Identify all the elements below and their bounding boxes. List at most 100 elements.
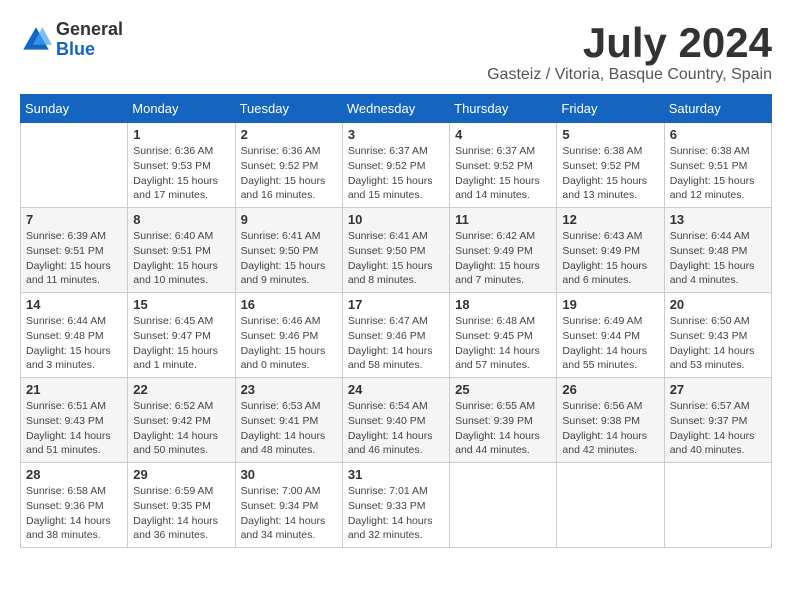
day-number: 8 — [133, 212, 229, 227]
day-info: Sunrise: 6:36 AMSunset: 9:53 PMDaylight:… — [133, 144, 229, 203]
day-number: 13 — [670, 212, 766, 227]
day-info: Sunrise: 6:59 AMSunset: 9:35 PMDaylight:… — [133, 484, 229, 543]
page-container: General Blue July 2024 Gasteiz / Vitoria… — [20, 20, 772, 548]
day-info: Sunrise: 6:37 AMSunset: 9:52 PMDaylight:… — [455, 144, 551, 203]
day-number: 20 — [670, 297, 766, 312]
day-info: Sunrise: 6:57 AMSunset: 9:37 PMDaylight:… — [670, 399, 766, 458]
day-number: 30 — [241, 467, 337, 482]
day-number: 2 — [241, 127, 337, 142]
day-info: Sunrise: 6:56 AMSunset: 9:38 PMDaylight:… — [562, 399, 658, 458]
calendar-cell: 7 Sunrise: 6:39 AMSunset: 9:51 PMDaylight… — [21, 208, 128, 293]
day-number: 27 — [670, 382, 766, 397]
calendar-cell: 13 Sunrise: 6:44 AMSunset: 9:48 PMDayligh… — [664, 208, 771, 293]
calendar-cell: 6Sunrise: 6:38 AMSunset: 9:51 PMDaylight… — [664, 123, 771, 208]
calendar-cell: 11Sunrise: 6:42 AMSunset: 9:49 PMDayligh… — [450, 208, 557, 293]
calendar-cell: 27 Sunrise: 6:57 AMSunset: 9:37 PMDayligh… — [664, 378, 771, 463]
calendar-cell — [664, 463, 771, 548]
title-section: July 2024 Gasteiz / Vitoria, Basque Coun… — [487, 20, 772, 84]
day-info: Sunrise: 7:01 AMSunset: 9:33 PMDaylight:… — [348, 484, 444, 543]
calendar-cell — [557, 463, 664, 548]
day-info: Sunrise: 6:53 AMSunset: 9:41 PMDaylight:… — [241, 399, 337, 458]
calendar-cell — [450, 463, 557, 548]
calendar-cell: 12Sunrise: 6:43 AMSunset: 9:49 PMDayligh… — [557, 208, 664, 293]
day-number: 22 — [133, 382, 229, 397]
day-info: Sunrise: 6:55 AMSunset: 9:39 PMDaylight:… — [455, 399, 551, 458]
week-row-3: 14 Sunrise: 6:44 AMSunset: 9:48 PMDayligh… — [21, 293, 772, 378]
calendar-cell: 30 Sunrise: 7:00 AMSunset: 9:34 PMDayligh… — [235, 463, 342, 548]
day-info: Sunrise: 6:50 AMSunset: 9:43 PMDaylight:… — [670, 314, 766, 373]
day-number: 31 — [348, 467, 444, 482]
weekday-header-tuesday: Tuesday — [235, 95, 342, 123]
day-info: Sunrise: 6:44 AMSunset: 9:48 PMDaylight:… — [26, 314, 122, 373]
week-row-4: 21 Sunrise: 6:51 AMSunset: 9:43 PMDayligh… — [21, 378, 772, 463]
day-info: Sunrise: 6:58 AMSunset: 9:36 PMDaylight:… — [26, 484, 122, 543]
day-info: Sunrise: 6:52 AMSunset: 9:42 PMDaylight:… — [133, 399, 229, 458]
week-row-1: 1 Sunrise: 6:36 AMSunset: 9:53 PMDaylight… — [21, 123, 772, 208]
calendar-cell: 21 Sunrise: 6:51 AMSunset: 9:43 PMDayligh… — [21, 378, 128, 463]
logo-text: General Blue — [56, 20, 123, 60]
day-number: 9 — [241, 212, 337, 227]
calendar-cell: 31 Sunrise: 7:01 AMSunset: 9:33 PMDayligh… — [342, 463, 449, 548]
day-info: Sunrise: 6:54 AMSunset: 9:40 PMDaylight:… — [348, 399, 444, 458]
calendar-cell: 14 Sunrise: 6:44 AMSunset: 9:48 PMDayligh… — [21, 293, 128, 378]
day-number: 21 — [26, 382, 122, 397]
calendar-cell: 22 Sunrise: 6:52 AMSunset: 9:42 PMDayligh… — [128, 378, 235, 463]
day-info: Sunrise: 6:38 AMSunset: 9:52 PMDaylight:… — [562, 144, 658, 203]
day-number: 5 — [562, 127, 658, 142]
day-number: 4 — [455, 127, 551, 142]
header: General Blue July 2024 Gasteiz / Vitoria… — [20, 20, 772, 84]
calendar-table: SundayMondayTuesdayWednesdayThursdayFrid… — [20, 94, 772, 548]
day-info: Sunrise: 6:49 AMSunset: 9:44 PMDaylight:… — [562, 314, 658, 373]
day-number: 23 — [241, 382, 337, 397]
calendar-cell: 26 Sunrise: 6:56 AMSunset: 9:38 PMDayligh… — [557, 378, 664, 463]
day-info: Sunrise: 6:37 AMSunset: 9:52 PMDaylight:… — [348, 144, 444, 203]
calendar-cell: 23 Sunrise: 6:53 AMSunset: 9:41 PMDayligh… — [235, 378, 342, 463]
week-row-2: 7 Sunrise: 6:39 AMSunset: 9:51 PMDaylight… — [21, 208, 772, 293]
calendar-cell — [21, 123, 128, 208]
weekday-header-wednesday: Wednesday — [342, 95, 449, 123]
weekday-header-saturday: Saturday — [664, 95, 771, 123]
calendar-cell: 20 Sunrise: 6:50 AMSunset: 9:43 PMDayligh… — [664, 293, 771, 378]
day-info: Sunrise: 6:44 AMSunset: 9:48 PMDaylight:… — [670, 229, 766, 288]
calendar-cell: 9Sunrise: 6:41 AMSunset: 9:50 PMDaylight… — [235, 208, 342, 293]
calendar-cell: 4 Sunrise: 6:37 AMSunset: 9:52 PMDaylight… — [450, 123, 557, 208]
calendar-cell: 1 Sunrise: 6:36 AMSunset: 9:53 PMDaylight… — [128, 123, 235, 208]
calendar-cell: 16Sunrise: 6:46 AMSunset: 9:46 PMDayligh… — [235, 293, 342, 378]
calendar-title: July 2024 — [487, 20, 772, 66]
day-info: Sunrise: 7:00 AMSunset: 9:34 PMDaylight:… — [241, 484, 337, 543]
day-info: Sunrise: 6:36 AMSunset: 9:52 PMDaylight:… — [241, 144, 337, 203]
day-number: 25 — [455, 382, 551, 397]
calendar-cell: 5 Sunrise: 6:38 AMSunset: 9:52 PMDaylight… — [557, 123, 664, 208]
weekday-header-monday: Monday — [128, 95, 235, 123]
day-number: 28 — [26, 467, 122, 482]
day-number: 1 — [133, 127, 229, 142]
day-info: Sunrise: 6:42 AMSunset: 9:49 PMDaylight:… — [455, 229, 551, 288]
week-row-5: 28 Sunrise: 6:58 AMSunset: 9:36 PMDayligh… — [21, 463, 772, 548]
day-number: 19 — [562, 297, 658, 312]
calendar-cell: 10Sunrise: 6:41 AMSunset: 9:50 PMDayligh… — [342, 208, 449, 293]
day-info: Sunrise: 6:43 AMSunset: 9:49 PMDaylight:… — [562, 229, 658, 288]
logo: General Blue — [20, 20, 123, 60]
day-number: 18 — [455, 297, 551, 312]
day-number: 14 — [26, 297, 122, 312]
day-info: Sunrise: 6:39 AMSunset: 9:51 PMDaylight:… — [26, 229, 122, 288]
day-number: 24 — [348, 382, 444, 397]
calendar-cell: 25 Sunrise: 6:55 AMSunset: 9:39 PMDayligh… — [450, 378, 557, 463]
day-number: 7 — [26, 212, 122, 227]
day-info: Sunrise: 6:47 AMSunset: 9:46 PMDaylight:… — [348, 314, 444, 373]
day-info: Sunrise: 6:51 AMSunset: 9:43 PMDaylight:… — [26, 399, 122, 458]
calendar-cell: 19 Sunrise: 6:49 AMSunset: 9:44 PMDayligh… — [557, 293, 664, 378]
day-info: Sunrise: 6:48 AMSunset: 9:45 PMDaylight:… — [455, 314, 551, 373]
day-number: 17 — [348, 297, 444, 312]
calendar-cell: 15 Sunrise: 6:45 AMSunset: 9:47 PMDayligh… — [128, 293, 235, 378]
calendar-subtitle: Gasteiz / Vitoria, Basque Country, Spain — [487, 66, 772, 84]
day-number: 26 — [562, 382, 658, 397]
day-number: 15 — [133, 297, 229, 312]
calendar-cell: 17 Sunrise: 6:47 AMSunset: 9:46 PMDayligh… — [342, 293, 449, 378]
day-info: Sunrise: 6:46 AMSunset: 9:46 PMDaylight:… — [241, 314, 337, 373]
weekday-header-thursday: Thursday — [450, 95, 557, 123]
calendar-cell: 29Sunrise: 6:59 AMSunset: 9:35 PMDayligh… — [128, 463, 235, 548]
day-info: Sunrise: 6:45 AMSunset: 9:47 PMDaylight:… — [133, 314, 229, 373]
calendar-cell: 2 Sunrise: 6:36 AMSunset: 9:52 PMDaylight… — [235, 123, 342, 208]
logo-icon — [20, 24, 52, 56]
